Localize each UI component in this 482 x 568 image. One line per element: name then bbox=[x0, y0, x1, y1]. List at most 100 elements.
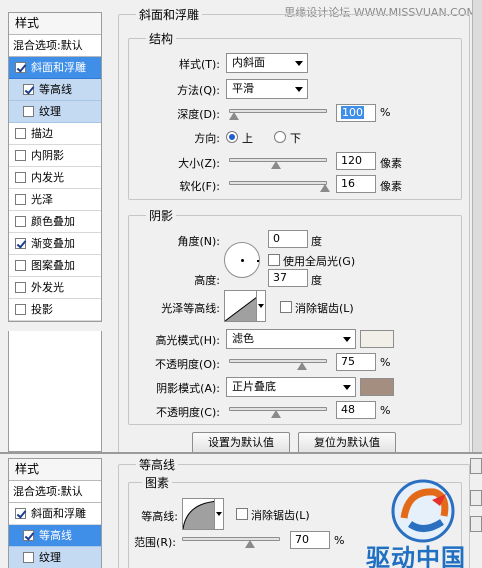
sidebar-item-checkbox[interactable] bbox=[15, 216, 26, 227]
sidebar-item[interactable]: 颜色叠加 bbox=[9, 211, 101, 233]
sidebar-item-checkbox[interactable] bbox=[15, 304, 26, 315]
soften-slider[interactable] bbox=[229, 181, 327, 185]
sidebar-item[interactable]: 外发光 bbox=[9, 277, 101, 299]
size-label: 大小(Z): bbox=[178, 157, 220, 170]
soften-input[interactable]: 16 bbox=[336, 175, 376, 193]
chevron-down-icon bbox=[295, 87, 303, 92]
sidebar-item-checkbox[interactable] bbox=[15, 172, 26, 183]
depth-slider-thumb[interactable] bbox=[228, 112, 239, 120]
bevel-group-title: 斜面和浮雕 bbox=[136, 6, 203, 23]
gloss-antialias-checkbox[interactable] bbox=[280, 301, 292, 313]
sidebar-item[interactable]: 渐变叠加 bbox=[9, 233, 101, 255]
sidebar-item[interactable]: 光泽 bbox=[9, 189, 101, 211]
sidebar-item-checkbox[interactable] bbox=[15, 238, 26, 249]
sidebar-item[interactable]: 斜面和浮雕 bbox=[9, 503, 101, 525]
make-default-button[interactable]: 设置为默认值 bbox=[192, 432, 290, 452]
global-light-checkbox[interactable] bbox=[268, 254, 280, 266]
shadow-color-swatch[interactable] bbox=[360, 378, 394, 396]
altitude-input[interactable]: 37 bbox=[268, 269, 308, 287]
shadow-mode-select[interactable]: 正片叠底 bbox=[226, 377, 356, 397]
sidebar-item-checkbox[interactable] bbox=[15, 282, 26, 293]
sidebar-item-label: 图案叠加 bbox=[31, 259, 75, 272]
shadow-opacity-thumb[interactable] bbox=[271, 410, 282, 418]
range-slider-thumb[interactable] bbox=[244, 540, 255, 548]
sidebar-item[interactable]: 纹理 bbox=[9, 101, 101, 123]
style-select[interactable]: 内斜面 bbox=[226, 53, 308, 73]
sidebar-item[interactable]: 投影 bbox=[9, 299, 101, 321]
sidebar-item-checkbox[interactable] bbox=[15, 62, 26, 73]
direction-down-radio[interactable] bbox=[274, 131, 286, 143]
contour-label: 等高线: bbox=[141, 510, 178, 523]
depth-value: 100 bbox=[341, 106, 364, 119]
sidebar-item-label: 等高线 bbox=[39, 529, 72, 542]
depth-unit: % bbox=[380, 106, 391, 119]
sidebar-item-checkbox[interactable] bbox=[23, 84, 34, 95]
sidebar-item-checkbox[interactable] bbox=[15, 260, 26, 271]
gloss-contour-label: 光泽等高线: bbox=[161, 302, 220, 315]
highlight-opacity-input[interactable]: 75 bbox=[336, 353, 376, 371]
range-input[interactable]: 70 bbox=[290, 531, 330, 549]
depth-slider[interactable] bbox=[229, 109, 327, 113]
sidebar-header[interactable]: 样式 bbox=[9, 459, 101, 481]
contour-antialias-label[interactable]: 消除锯齿(L) bbox=[251, 507, 310, 523]
sidebar-blend-options[interactable]: 混合选项:默认 bbox=[9, 35, 101, 57]
sidebar-item[interactable]: 斜面和浮雕 bbox=[9, 57, 101, 79]
contour-dropdown[interactable] bbox=[214, 498, 224, 530]
sidebar-header[interactable]: 样式 bbox=[9, 13, 101, 35]
highlight-opacity-slider[interactable] bbox=[229, 359, 327, 363]
sidebar-blend-options[interactable]: 混合选项:默认 bbox=[9, 481, 101, 503]
sidebar-item-checkbox[interactable] bbox=[23, 552, 34, 563]
soften-slider-thumb[interactable] bbox=[320, 184, 330, 192]
depth-input[interactable]: 100 bbox=[336, 104, 376, 122]
range-unit: % bbox=[334, 534, 345, 547]
highlight-mode-value: 滤色 bbox=[232, 332, 254, 345]
global-light-label[interactable]: 使用全局光(G) bbox=[283, 253, 355, 269]
shadow-opacity-input[interactable]: 48 bbox=[336, 401, 376, 419]
shadow-mode-value: 正片叠底 bbox=[232, 380, 276, 393]
highlight-color-swatch[interactable] bbox=[360, 330, 394, 348]
angle-dial[interactable] bbox=[224, 242, 260, 278]
bevel-emboss-dialog: 思缘设计论坛 WWW.MISSVUAN.COM 样式 混合选项:默认 斜面和浮雕… bbox=[0, 0, 482, 452]
contour-antialias-checkbox[interactable] bbox=[236, 508, 248, 520]
sidebar-empty-area bbox=[8, 331, 102, 452]
gloss-contour-dropdown[interactable] bbox=[256, 290, 266, 322]
sidebar-item[interactable]: 等高线 bbox=[9, 525, 101, 547]
sidebar-item-checkbox[interactable] bbox=[15, 128, 26, 139]
size-slider-thumb[interactable] bbox=[271, 161, 282, 169]
sidebar-item[interactable]: 纹理 bbox=[9, 547, 101, 568]
highlight-mode-select[interactable]: 滤色 bbox=[226, 329, 356, 349]
sidebar-item-checkbox[interactable] bbox=[15, 194, 26, 205]
chevron-down-icon bbox=[258, 304, 264, 308]
sidebar-item[interactable]: 描边 bbox=[9, 123, 101, 145]
sidebar-item-checkbox[interactable] bbox=[15, 150, 26, 161]
side-button[interactable] bbox=[470, 516, 482, 532]
logo-text: 驱动中国 bbox=[366, 544, 466, 568]
sidebar-item[interactable]: 图案叠加 bbox=[9, 255, 101, 277]
direction-down-label[interactable]: 下 bbox=[290, 130, 301, 146]
size-input[interactable]: 120 bbox=[336, 152, 376, 170]
range-slider[interactable] bbox=[182, 537, 280, 541]
method-select[interactable]: 平滑 bbox=[226, 79, 308, 99]
sidebar-item-checkbox[interactable] bbox=[23, 106, 34, 117]
side-button[interactable] bbox=[470, 458, 482, 474]
angle-input[interactable]: 0 bbox=[268, 230, 308, 248]
direction-up-radio[interactable] bbox=[226, 131, 238, 143]
angle-indicator bbox=[257, 260, 259, 262]
chevron-down-icon bbox=[343, 337, 351, 342]
sidebar-item-label: 斜面和浮雕 bbox=[31, 507, 86, 520]
sidebar-item-checkbox[interactable] bbox=[23, 530, 34, 541]
highlight-opacity-thumb[interactable] bbox=[296, 362, 307, 370]
sidebar-item[interactable]: 内阴影 bbox=[9, 145, 101, 167]
sidebar-item-label: 纹理 bbox=[39, 105, 61, 118]
gloss-antialias-label[interactable]: 消除锯齿(L) bbox=[295, 300, 354, 316]
reset-default-button[interactable]: 复位为默认值 bbox=[298, 432, 396, 452]
sidebar-item-label: 投影 bbox=[31, 303, 53, 316]
contour-group-title: 等高线 bbox=[136, 456, 179, 473]
sidebar-item-checkbox[interactable] bbox=[15, 508, 26, 519]
side-button[interactable] bbox=[470, 490, 482, 506]
direction-up-label[interactable]: 上 bbox=[242, 130, 253, 146]
sidebar-item[interactable]: 内发光 bbox=[9, 167, 101, 189]
sidebar-item[interactable]: 等高线 bbox=[9, 79, 101, 101]
styles-sidebar: 样式 混合选项:默认 斜面和浮雕 等高线纹理描边 内阴影 内发光 光泽 颜色叠加 渐变叠加图… bbox=[8, 12, 102, 322]
direction-label: 方向: bbox=[194, 132, 220, 145]
